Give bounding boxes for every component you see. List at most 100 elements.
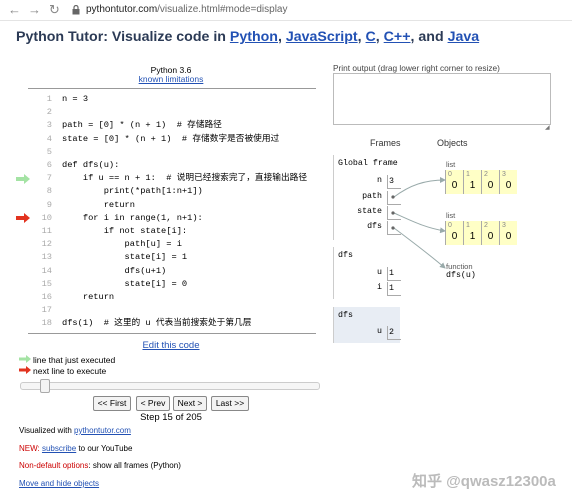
first-button[interactable]: << First [93,396,131,411]
known-limitations-link[interactable]: known limitations [0,74,342,84]
line-number[interactable]: 3 [28,119,52,132]
line-number[interactable]: 9 [28,199,52,212]
pythontutor-link[interactable]: pythontutor.com [74,426,131,435]
var-value-i: 1 [387,282,401,296]
var-name-path: path [362,192,382,201]
nondefault-text: : show all frames (Python) [88,461,181,470]
line-number[interactable]: 7 [28,172,52,185]
browser-url-bar: ← → ↻ pythontutor.com/visualize.html#mod… [0,0,572,21]
line-number[interactable]: 6 [28,159,52,172]
code-line-18: 18 dfs(1) # 这里的 u 代表当前搜索处于第几层 [28,317,316,330]
reload-icon[interactable]: ↻ [49,2,60,18]
line-number[interactable]: 17 [28,304,52,317]
code-text: state[i] = 0 [62,278,188,289]
c-link[interactable]: C [366,29,376,45]
var-value-u: 2 [387,326,401,340]
next-line-arrow-icon [19,366,31,374]
global-frame-title: Global frame [338,159,398,168]
code-text: dfs(1) # 这里的 u 代表当前搜索处于第几层 [62,318,252,329]
cell-value: 0 [505,180,512,191]
next-button[interactable]: Next > [173,396,207,411]
step-slider-track[interactable] [20,382,320,390]
cell-value: 0 [487,231,494,242]
watermark: 知乎 @qwasz12300a [412,473,556,490]
dfs-frame-2-title: dfs [338,311,353,320]
line-number[interactable]: 4 [28,133,52,146]
line-number[interactable]: 15 [28,278,52,291]
code-line-2: 2 [28,106,316,119]
code-line-15: 15 state[i] = 0 [28,278,316,291]
forward-arrow-icon[interactable]: → [28,2,41,18]
var-name-u: u [377,268,382,277]
line-number[interactable]: 5 [28,146,52,159]
var-name-state: state [357,207,382,216]
line-number[interactable]: 8 [28,185,52,198]
cell-index: 1 [466,171,470,178]
code-line-1: 1 n = 3 [28,93,316,106]
java-link[interactable]: Java [448,29,480,45]
line-number[interactable]: 14 [28,265,52,278]
last-button[interactable]: Last >> [211,396,249,411]
step-slider-handle[interactable] [39,379,50,393]
new-label: NEW: [19,444,42,453]
code-listing: 1 n = 3 2 3 path = [0] * (n + 1) # 存储路径 4 stat… [16,88,316,334]
path-pointer-arrow [393,177,446,198]
code-line-10: 10 for i in range(1, n+1): [16,212,316,225]
path-list-cell-1: 11 [463,170,481,194]
title-sep: , [277,29,286,45]
objects-header: Objects [437,138,468,148]
code-line-7: 7 if u == n + 1: # 说明已经搜索完了，直接输出路径 [16,172,316,185]
title-prefix: Python Tutor: Visualize code in [16,29,230,45]
subscribe-line: NEW: subscribe to our YouTube [19,444,132,453]
prev-button[interactable]: < Prev [136,396,170,411]
visualized-with-text: Visualized with [19,426,74,435]
python-link[interactable]: Python [230,29,278,45]
just-executed-arrow-icon [16,173,30,184]
lock-icon [72,5,80,15]
line-number[interactable]: 12 [28,238,52,251]
code-line-12: 12 path[u] = i [28,238,316,251]
list-path-label: list [446,160,456,169]
state-list-cell-2: 20 [481,221,499,245]
code-text: print(*path[1:n+1]) [62,186,203,197]
code-line-9: 9 return [28,199,316,212]
cell-value: 1 [469,231,476,242]
move-hide-line: Move and hide objects [19,479,99,488]
line-number[interactable]: 16 [28,291,52,304]
code-line-5: 5 [28,146,316,159]
title-sep: , [357,29,366,45]
var-name-n: n [377,176,382,185]
back-arrow-icon[interactable]: ← [8,2,21,18]
youtube-text: to our YouTube [76,444,133,453]
line-number[interactable]: 13 [28,251,52,264]
cell-index: 2 [484,171,488,178]
move-hide-objects-link[interactable]: Move and hide objects [19,479,99,488]
subscribe-link[interactable]: subscribe [42,444,76,453]
edit-code-link[interactable]: Edit this code [0,340,342,351]
state-list-cell-1: 11 [463,221,481,245]
visualized-with-line: Visualized with pythontutor.com [19,426,131,435]
options-line: Non-default options: show all frames (Py… [19,461,181,470]
print-output-box[interactable] [333,73,551,125]
nondefault-label: Non-default options [19,461,89,470]
line-number[interactable]: 1 [28,93,52,106]
code-text: dfs(u+1) [62,265,167,276]
frames-header: Frames [370,138,401,148]
dfs-frame-1-title: dfs [338,251,353,260]
line-number[interactable]: 18 [28,317,52,330]
code-text: path = [0] * (n + 1) # 存储路径 [62,120,222,131]
title-sep: , and [410,29,448,45]
url-field[interactable]: pythontutor.com/visualize.html#mode=disp… [86,4,288,15]
resize-handle-icon[interactable]: ◢ [545,124,550,131]
line-number[interactable]: 2 [28,106,52,119]
code-text: n = 3 [62,94,89,104]
state-list-cell-3: 30 [499,221,517,245]
line-number[interactable]: 11 [28,225,52,238]
javascript-link[interactable]: JavaScript [286,29,358,45]
line-number[interactable]: 10 [28,212,52,225]
url-host: pythontutor.com [86,4,158,15]
code-text: if not state[i]: [62,226,188,236]
cell-value: 1 [469,180,476,191]
cpp-link[interactable]: C++ [384,29,411,45]
next-line-arrow-icon [16,213,30,224]
